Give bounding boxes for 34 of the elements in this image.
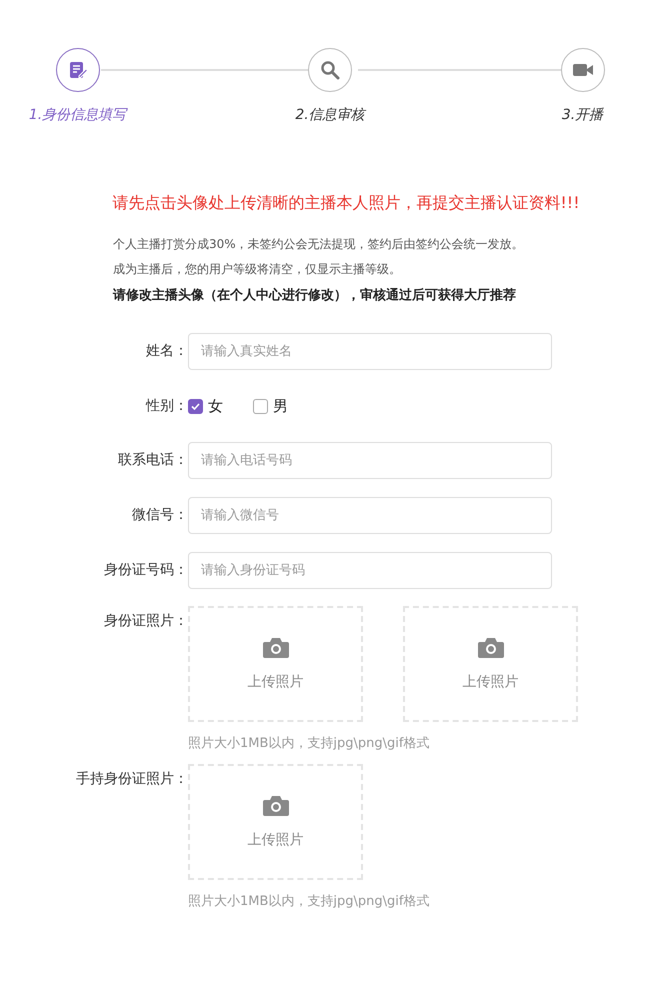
checkbox[interactable] — [188, 398, 203, 414]
field-label: 手持身份证照片： — [75, 770, 188, 788]
input-field[interactable]: 请输入真实姓名 — [188, 332, 552, 370]
field-label: 身份证号码： — [103, 561, 188, 579]
warning-text: 请先点击头像处上传清晰的主播本人照片，再提交主播认证资料!!! — [111, 193, 581, 214]
input-field[interactable]: 请输入电话号码 — [188, 442, 552, 478]
hint-text: 照片大小1MB以内，支持jpg\png\gif格式 — [188, 893, 430, 910]
search-icon — [320, 60, 340, 80]
camera-icon — [476, 637, 504, 659]
step-label: 1.身份信息填写 — [28, 106, 126, 124]
upload-box[interactable]: 上传照片 — [188, 606, 363, 722]
avatar-note: 请修改主播头像（在个人中心进行修改），审核通过后可获得大厅推荐 — [113, 286, 517, 304]
field-label: 联系电话： — [117, 451, 188, 469]
check-icon — [190, 400, 201, 412]
camera-icon — [262, 795, 290, 817]
input-field[interactable]: 请输入身份证号码 — [188, 552, 552, 588]
field-label: 身份证照片： — [103, 612, 188, 630]
hint-text: 照片大小1MB以内，支持jpg\png\gif格式 — [188, 735, 430, 752]
field-label: 微信号： — [131, 506, 188, 524]
step-label: 3.开播 — [562, 106, 604, 124]
camera-icon — [262, 637, 290, 659]
video-camera-icon — [572, 62, 594, 78]
field-label: 性别： — [144, 397, 188, 415]
step-label: 2.信息审核 — [295, 106, 365, 124]
checkbox[interactable] — [253, 398, 268, 414]
edit-icon — [68, 60, 88, 80]
option-label: 女 — [208, 396, 223, 416]
note-text: 成为主播后，您的用户等级将清空，仅显示主播等级。 — [113, 261, 402, 278]
field-label: 姓名： — [145, 342, 188, 360]
note-text: 个人主播打赏分成30%，未签约公会无法提现，签约后由签约公会统一发放。 — [113, 236, 525, 253]
upload-box[interactable]: 上传照片 — [188, 764, 363, 880]
upload-box[interactable]: 上传照片 — [403, 606, 578, 722]
option-label: 男 — [273, 396, 288, 416]
input-field[interactable]: 请输入微信号 — [188, 496, 552, 534]
